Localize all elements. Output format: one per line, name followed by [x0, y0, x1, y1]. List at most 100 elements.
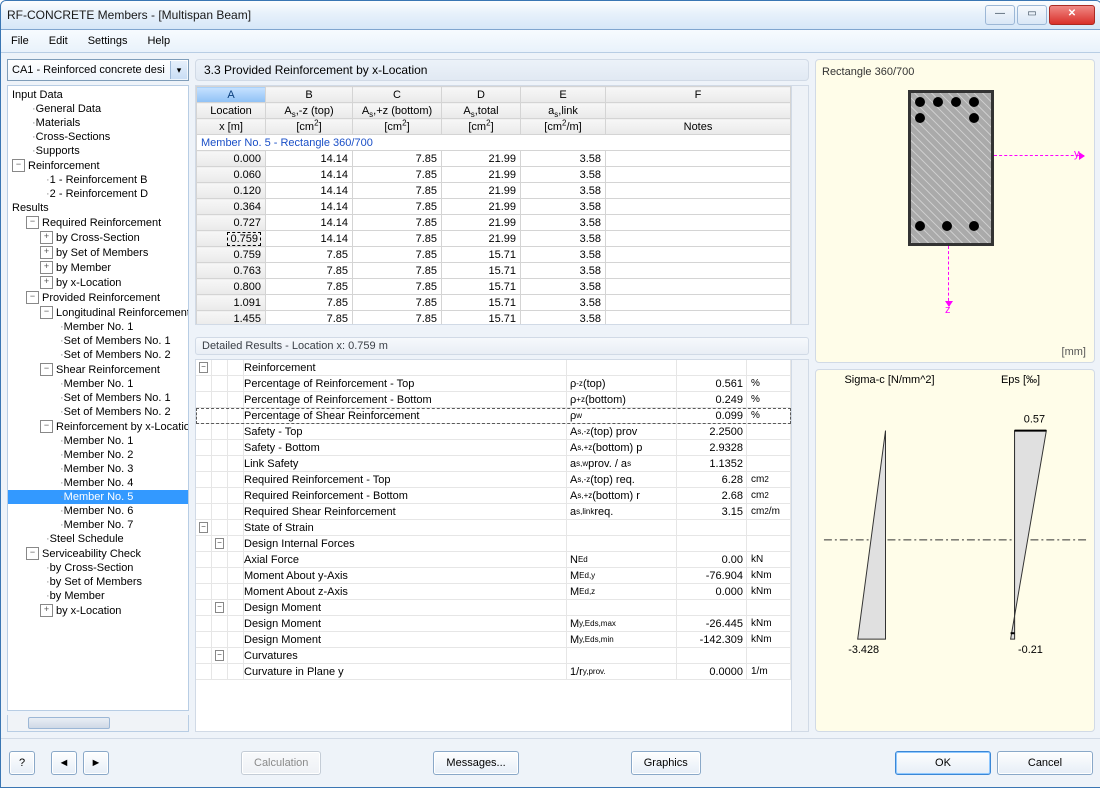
table-row[interactable]: 1.0917.857.8515.713.58 — [197, 295, 791, 311]
col-header[interactable]: D — [442, 87, 521, 103]
collapse-icon[interactable]: − — [199, 362, 208, 373]
menu-help[interactable]: Help — [143, 33, 174, 49]
tree-item[interactable]: …· Member No. 1 — [8, 434, 188, 448]
tree-item[interactable]: −Reinforcement by x-Location — [8, 419, 188, 434]
expand-icon[interactable]: + — [40, 261, 53, 274]
tree-item[interactable]: −Reinforcement — [8, 158, 188, 173]
table-row[interactable]: 0.06014.147.8521.993.58 — [197, 167, 791, 183]
table-row[interactable]: 0.7637.857.8515.713.58 — [197, 263, 791, 279]
table-row[interactable]: 0.72714.147.8521.993.58 — [197, 215, 791, 231]
collapse-icon[interactable]: − — [40, 420, 53, 433]
table-row[interactable]: 0.36414.147.8521.993.58 — [197, 199, 791, 215]
detail-row[interactable]: Safety - BottomAs,+z (bottom) p2.9328 — [196, 440, 791, 456]
col-header[interactable]: A — [197, 87, 266, 103]
tree-item[interactable]: …· Materials — [8, 116, 188, 130]
tree-item[interactable]: …· Member No. 7 — [8, 518, 188, 532]
tree-item[interactable]: …· Supports — [8, 144, 188, 158]
next-button[interactable]: ► — [83, 751, 109, 775]
detail-vscrollbar[interactable] — [791, 360, 808, 731]
collapse-icon[interactable]: − — [215, 538, 224, 549]
tree-item[interactable]: Input Data — [8, 88, 188, 102]
expand-icon[interactable]: + — [40, 246, 53, 259]
tree-item[interactable]: …· by Cross-Section — [8, 561, 188, 575]
collapse-icon[interactable]: − — [215, 602, 224, 613]
tree-item[interactable]: −Shear Reinforcement — [8, 362, 188, 377]
detail-row[interactable]: Required Reinforcement - TopAs,-z (top) … — [196, 472, 791, 488]
tree-item[interactable]: …· Set of Members No. 1 — [8, 334, 188, 348]
nav-tree[interactable]: Input Data…· General Data…· Materials…· … — [7, 85, 189, 711]
tree-item[interactable]: …· Cross-Sections — [8, 130, 188, 144]
table-row[interactable]: 0.75914.147.8521.993.58 — [197, 231, 791, 247]
detail-row[interactable]: −Design Internal Forces — [196, 536, 791, 552]
graphics-button[interactable]: Graphics — [631, 751, 701, 775]
case-combo[interactable]: CA1 - Reinforced concrete desi ▾ — [7, 59, 189, 81]
table-row[interactable]: 0.12014.147.8521.993.58 — [197, 183, 791, 199]
tree-item[interactable]: −Provided Reinforcement — [8, 290, 188, 305]
tree-item[interactable]: +by Set of Members — [8, 245, 188, 260]
detail-row[interactable]: Moment About y-AxisMEd,y-76.904kNm — [196, 568, 791, 584]
expand-icon[interactable]: + — [40, 231, 53, 244]
detail-row[interactable]: Safety - TopAs,-z (top) prov2.2500 — [196, 424, 791, 440]
detail-row[interactable]: Design MomentMy,Eds,min-142.309kNm — [196, 632, 791, 648]
col-header[interactable]: B — [266, 87, 353, 103]
tree-item[interactable]: …· Member No. 2 — [8, 448, 188, 462]
tree-item[interactable]: …· by Set of Members — [8, 575, 188, 589]
tree-item[interactable]: …· Member No. 3 — [8, 462, 188, 476]
collapse-icon[interactable]: − — [26, 291, 39, 304]
detail-row[interactable]: Axial ForceNEd0.00kN — [196, 552, 791, 568]
detail-row[interactable]: −Design Moment — [196, 600, 791, 616]
detail-row[interactable]: Required Reinforcement - BottomAs,+z (bo… — [196, 488, 791, 504]
tree-item[interactable]: −Serviceability Check — [8, 546, 188, 561]
menu-settings[interactable]: Settings — [84, 33, 132, 49]
collapse-icon[interactable]: − — [26, 216, 39, 229]
expand-icon[interactable]: + — [40, 604, 53, 617]
detail-row[interactable]: −State of Strain — [196, 520, 791, 536]
detail-row[interactable]: Link Safetyas,w prov. / as1.1352 — [196, 456, 791, 472]
tree-item[interactable]: …· Member No. 6 — [8, 504, 188, 518]
tree-item[interactable]: +by x-Location — [8, 275, 188, 290]
messages-button[interactable]: Messages... — [433, 751, 518, 775]
table-row[interactable]: 0.7597.857.8515.713.58 — [197, 247, 791, 263]
collapse-icon[interactable]: − — [40, 363, 53, 376]
tree-item[interactable]: …· Member No. 5 — [8, 490, 188, 504]
tree-item[interactable]: −Required Reinforcement — [8, 215, 188, 230]
table-row[interactable]: 1.4557.857.8515.713.58 — [197, 311, 791, 325]
chevron-down-icon[interactable]: ▾ — [170, 61, 187, 79]
tree-item[interactable]: …· Member No. 1 — [8, 320, 188, 334]
grid-vscrollbar[interactable] — [791, 86, 808, 324]
table-row[interactable]: 0.8007.857.8515.713.58 — [197, 279, 791, 295]
tree-item[interactable]: …· Steel Schedule — [8, 532, 188, 546]
maximize-button[interactable]: ▭ — [1017, 5, 1047, 25]
tree-item[interactable]: …· 2 - Reinforcement D — [8, 187, 188, 201]
detail-row[interactable]: Required Shear Reinforcementas,link req.… — [196, 504, 791, 520]
tree-item[interactable]: +by Cross-Section — [8, 230, 188, 245]
tree-item[interactable]: …· General Data — [8, 102, 188, 116]
detail-row[interactable]: Design MomentMy,Eds,max-26.445kNm — [196, 616, 791, 632]
menu-edit[interactable]: Edit — [45, 33, 72, 49]
col-header[interactable]: E — [521, 87, 606, 103]
cancel-button[interactable]: Cancel — [997, 751, 1093, 775]
expand-icon[interactable]: + — [40, 276, 53, 289]
ok-button[interactable]: OK — [895, 751, 991, 775]
collapse-icon[interactable]: − — [12, 159, 25, 172]
collapse-icon[interactable]: − — [40, 306, 53, 319]
tree-item[interactable]: …· Set of Members No. 2 — [8, 405, 188, 419]
detail-row[interactable]: Percentage of Reinforcement - Topρ-z (to… — [196, 376, 791, 392]
tree-hscrollbar[interactable] — [7, 715, 189, 732]
tree-item[interactable]: …· Member No. 4 — [8, 476, 188, 490]
tree-item[interactable]: +by x-Location — [8, 603, 188, 618]
tree-item[interactable]: …· Set of Members No. 2 — [8, 348, 188, 362]
detail-row[interactable]: −Curvatures — [196, 648, 791, 664]
tree-item[interactable]: …· Set of Members No. 1 — [8, 391, 188, 405]
tree-item[interactable]: …· Member No. 1 — [8, 377, 188, 391]
tree-item[interactable]: …· by Member — [8, 589, 188, 603]
detail-row[interactable]: Percentage of Shear Reinforcementρw0.099… — [196, 408, 791, 424]
detail-row[interactable]: Percentage of Reinforcement - Bottomρ+z … — [196, 392, 791, 408]
detail-row[interactable]: −Reinforcement — [196, 360, 791, 376]
detail-row[interactable]: Moment About z-AxisMEd,z0.000kNm — [196, 584, 791, 600]
col-header[interactable]: F — [606, 87, 791, 103]
collapse-icon[interactable]: − — [215, 650, 224, 661]
collapse-icon[interactable]: − — [199, 522, 208, 533]
detail-row[interactable]: Curvature in Plane y1/ry,prov.0.00001/m — [196, 664, 791, 680]
tree-item[interactable]: −Longitudinal Reinforcement — [8, 305, 188, 320]
